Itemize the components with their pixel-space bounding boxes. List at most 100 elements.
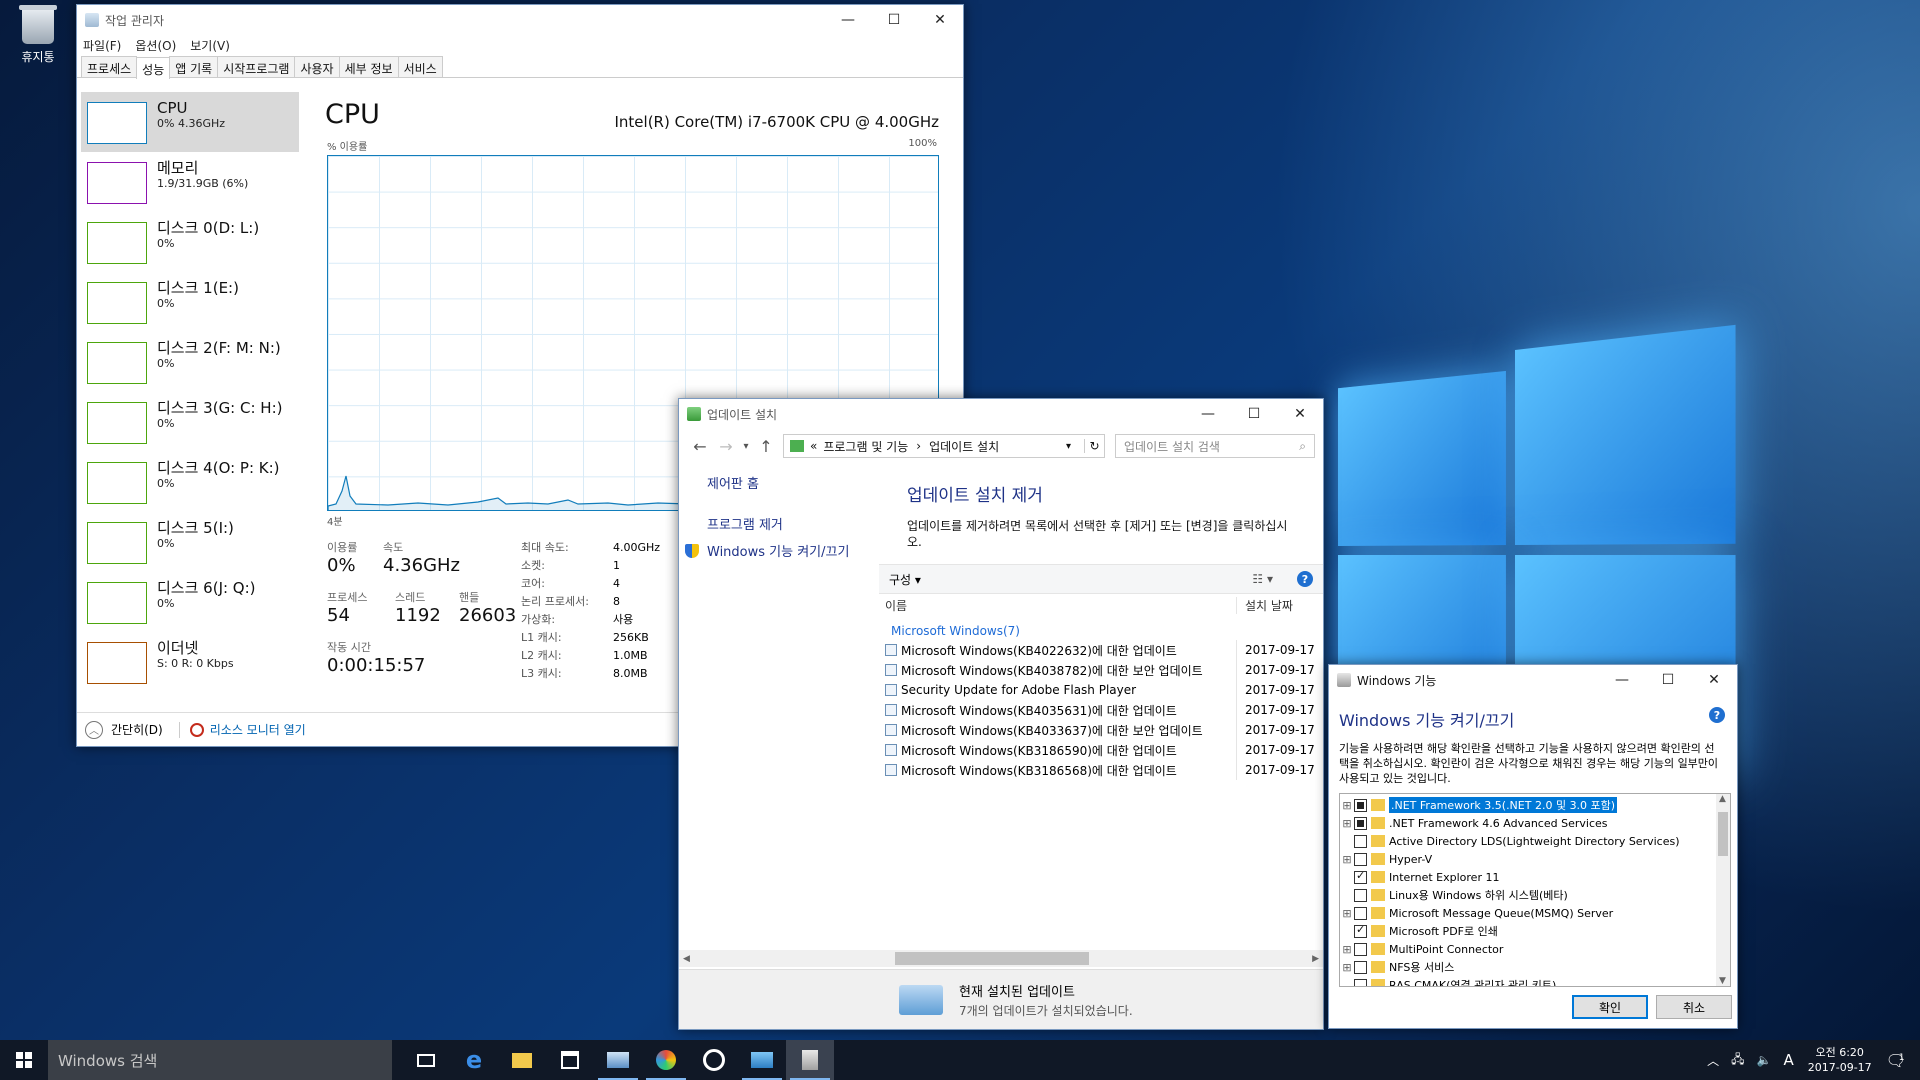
features-titlebar[interactable]: Windows 기능 — ☐ ✕ [1329, 665, 1737, 695]
app-button-4[interactable] [738, 1040, 786, 1080]
tab[interactable]: 서비스 [397, 56, 443, 77]
edge-button[interactable]: e [450, 1040, 498, 1080]
refresh-icon[interactable]: ↻ [1084, 439, 1104, 453]
ime-indicator[interactable]: A [1783, 1051, 1793, 1069]
up-arrow-icon[interactable]: ↑ [753, 437, 779, 456]
task-manager-titlebar[interactable]: 작업 관리자 — ☐ ✕ [77, 5, 963, 35]
scroll-right-icon[interactable]: ▶ [1312, 954, 1319, 964]
feature-checkbox[interactable] [1354, 798, 1367, 812]
tab[interactable]: 앱 기록 [169, 56, 219, 77]
recycle-bin[interactable]: 휴지통 [14, 5, 62, 65]
feature-row[interactable]: Linux용 Windows 하위 시스템(베타) [1340, 886, 1730, 904]
feature-checkbox[interactable] [1354, 869, 1367, 884]
file-explorer-button[interactable] [498, 1040, 546, 1080]
feature-row[interactable]: Microsoft PDF로 인쇄 [1340, 922, 1730, 940]
breadcrumb-updates[interactable]: 업데이트 설치 [929, 438, 1066, 455]
tab[interactable]: 사용자 [294, 56, 340, 77]
update-row[interactable]: Security Update for Adobe Flash Player 20… [879, 680, 1323, 700]
resource-item[interactable]: 디스크 2(F: M: N:) 0% [81, 332, 299, 392]
clock[interactable]: 오전 6:20 2017-09-17 [1808, 1045, 1872, 1075]
view-options-icon[interactable]: ☷ ▾ [1252, 572, 1273, 586]
chevron-up-icon[interactable]: ︿ [1707, 1052, 1719, 1069]
feature-row[interactable]: ⊞ NFS용 서비스 [1340, 958, 1730, 976]
expand-plus-icon[interactable]: ⊞ [1340, 853, 1354, 866]
menu-item[interactable]: 보기(V) [190, 37, 230, 54]
back-arrow-icon[interactable]: ← [687, 437, 713, 456]
minimize-icon[interactable]: — [1185, 399, 1231, 429]
windows-features-link[interactable]: Windows 기능 켜기/끄기 [707, 541, 849, 560]
update-row[interactable]: Microsoft Windows(KB4033637)에 대한 보안 업데이트… [879, 720, 1323, 740]
app-button-1[interactable] [594, 1040, 642, 1080]
close-icon[interactable]: ✕ [917, 5, 963, 35]
feature-checkbox[interactable] [1354, 888, 1367, 902]
expand-plus-icon[interactable]: ⊞ [1340, 799, 1354, 812]
feature-row[interactable]: Active Directory LDS(Lightweight Directo… [1340, 832, 1730, 850]
resource-item[interactable]: 메모리 1.9/31.9GB (6%) [81, 152, 299, 212]
maximize-icon[interactable]: ☐ [1645, 665, 1691, 695]
update-row[interactable]: Microsoft Windows(KB3186590)에 대한 업데이트 201… [879, 740, 1323, 760]
network-icon[interactable]: 🖧 [1731, 1050, 1744, 1071]
tab[interactable]: 프로세스 [81, 56, 138, 77]
date-column-header[interactable]: 설치 날짜 [1237, 597, 1293, 614]
maximize-icon[interactable]: ☐ [1231, 399, 1277, 429]
fewer-details-link[interactable]: 간단히(D) [111, 721, 163, 738]
expand-plus-icon[interactable]: ⊞ [1340, 961, 1354, 974]
task-view-button[interactable] [402, 1040, 450, 1080]
cancel-button[interactable]: 취소 [1656, 995, 1732, 1019]
scroll-thumb[interactable] [1718, 812, 1728, 856]
feature-checkbox[interactable] [1354, 942, 1367, 956]
close-icon[interactable]: ✕ [1691, 665, 1737, 695]
vertical-scrollbar[interactable]: ▲ ▼ [1716, 794, 1730, 986]
feature-row[interactable]: ⊞ Microsoft Message Queue(MSMQ) Server [1340, 904, 1730, 922]
scroll-up-icon[interactable]: ▲ [1719, 794, 1726, 804]
maximize-icon[interactable]: ☐ [871, 5, 917, 35]
tab[interactable]: 성능 [136, 57, 171, 79]
feature-checkbox[interactable] [1354, 816, 1367, 830]
resource-item[interactable]: CPU 0% 4.36GHz [81, 92, 299, 152]
feature-row[interactable]: ⊞ .NET Framework 4.6 Advanced Services [1340, 814, 1730, 832]
control-panel-home-link[interactable]: 제어판 홈 [707, 473, 879, 492]
resource-item[interactable]: 디스크 1(E:) 0% [81, 272, 299, 332]
organize-button[interactable]: 구성 ▾ [889, 571, 921, 588]
expand-plus-icon[interactable]: ⊞ [1340, 943, 1354, 956]
start-button[interactable] [0, 1040, 48, 1080]
feature-row[interactable]: ⊞ MultiPoint Connector [1340, 940, 1730, 958]
horizontal-scrollbar[interactable]: ◀ ▶ [679, 950, 1323, 967]
feature-checkbox[interactable] [1354, 852, 1367, 866]
feature-row[interactable]: ⊞ .NET Framework 3.5(.NET 2.0 및 3.0 포함) [1340, 796, 1730, 814]
feature-row[interactable]: ⊞ Hyper-V [1340, 850, 1730, 868]
breadcrumb[interactable]: « 프로그램 및 기능 › 업데이트 설치 ▾ ↻ [783, 434, 1105, 458]
volume-icon[interactable]: 🔈 [1757, 1053, 1772, 1067]
feature-row[interactable]: Internet Explorer 11 [1340, 868, 1730, 886]
scroll-down-icon[interactable]: ▼ [1719, 976, 1726, 986]
app-button-3[interactable] [690, 1040, 738, 1080]
task-manager-taskbar-button[interactable] [786, 1040, 834, 1080]
resource-item[interactable]: 디스크 0(D: L:) 0% [81, 212, 299, 272]
update-row[interactable]: Microsoft Windows(KB4022632)에 대한 업데이트 201… [879, 640, 1323, 660]
app-button-2[interactable] [642, 1040, 690, 1080]
menu-item[interactable]: 옵션(O) [135, 37, 176, 54]
resource-item[interactable]: 이더넷 S: 0 R: 0 Kbps [81, 632, 299, 692]
update-row[interactable]: Microsoft Windows(KB4038782)에 대한 보안 업데이트… [879, 660, 1323, 680]
tab[interactable]: 세부 정보 [338, 56, 399, 77]
close-icon[interactable]: ✕ [1277, 399, 1323, 429]
updates-titlebar[interactable]: 업데이트 설치 — ☐ ✕ [679, 399, 1323, 429]
menu-item[interactable]: 파일(F) [83, 37, 121, 54]
resource-item[interactable]: 디스크 4(O: P: K:) 0% [81, 452, 299, 512]
update-row[interactable]: Microsoft Windows(KB4035631)에 대한 업데이트 201… [879, 700, 1323, 720]
breadcrumb-programs[interactable]: 프로그램 및 기능 [823, 438, 908, 455]
resource-item[interactable]: 디스크 6(J: Q:) 0% [81, 572, 299, 632]
breadcrumb-overflow[interactable]: « [810, 439, 817, 453]
taskbar-search-box[interactable]: Windows 검색 [48, 1040, 392, 1080]
feature-checkbox[interactable] [1354, 923, 1367, 938]
resource-monitor-link[interactable]: 리소스 모니터 열기 [210, 721, 306, 738]
store-button[interactable] [546, 1040, 594, 1080]
scroll-left-icon[interactable]: ◀ [683, 954, 690, 964]
ok-button[interactable]: 확인 [1572, 995, 1648, 1019]
recent-chevron-icon[interactable]: ▾ [739, 441, 753, 452]
feature-checkbox[interactable] [1354, 978, 1367, 986]
scroll-thumb[interactable] [895, 952, 1089, 965]
help-icon[interactable]: ? [1297, 571, 1313, 587]
feature-row[interactable]: RAS CMAK(연결 관리자 관리 키트) [1340, 976, 1730, 986]
resource-item[interactable]: 디스크 5(I:) 0% [81, 512, 299, 572]
